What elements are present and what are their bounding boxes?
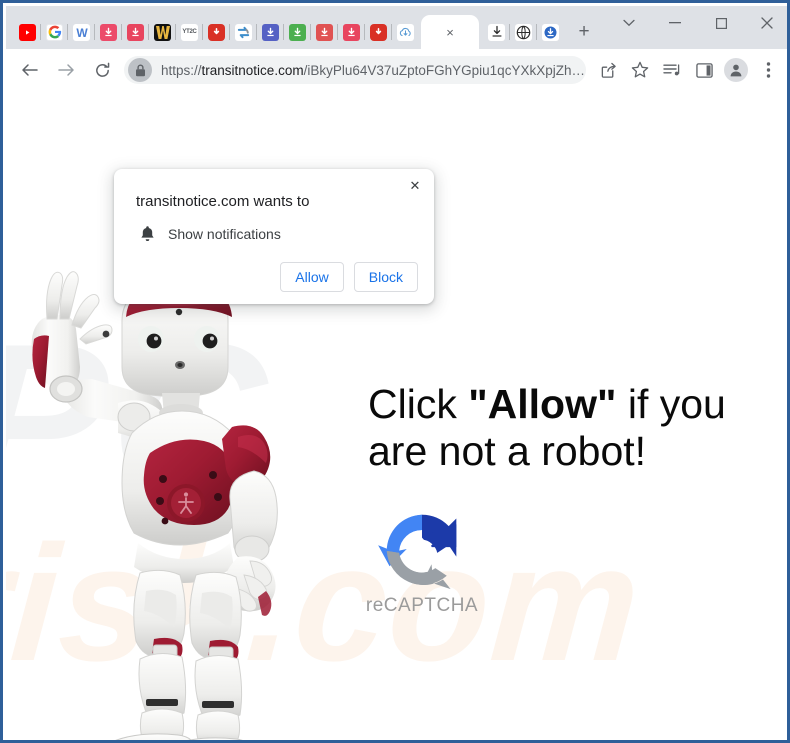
block-button[interactable]: Block xyxy=(353,262,418,292)
recaptcha-label: reCAPTCHA xyxy=(365,595,479,616)
download-favicon-green xyxy=(289,23,306,41)
download-arrow-favicon xyxy=(488,23,505,41)
nao-robot-image xyxy=(31,271,278,740)
download-favicon-pink xyxy=(100,23,117,41)
robot-legs xyxy=(115,569,243,740)
tab-yt2c[interactable]: YT2C xyxy=(176,15,203,49)
pinned-tabs-container: W YT2C × + xyxy=(6,6,598,49)
tab-w-site[interactable]: W xyxy=(68,15,95,49)
youtube-favicon xyxy=(19,23,36,41)
permission-row: Show notifications xyxy=(136,225,418,242)
tab-youtube[interactable] xyxy=(14,15,41,49)
page-viewport: PC risk.com xyxy=(6,91,787,740)
side-panel-icon[interactable] xyxy=(689,55,719,85)
headline-bold-allow: "Allow" xyxy=(468,381,617,427)
tab-google[interactable] xyxy=(41,15,68,49)
page-headline: Click "Allow" if you are not a robot! xyxy=(368,381,768,474)
tab-strip: W YT2C × + xyxy=(6,6,787,49)
tab-downloader-red[interactable] xyxy=(122,15,149,49)
address-bar[interactable]: https://transitnotice.com/iBkyPlu64V37uZ… xyxy=(124,56,586,84)
minimize-button[interactable] xyxy=(652,6,698,40)
close-tab-button[interactable]: × xyxy=(442,24,458,40)
new-tab-button[interactable]: + xyxy=(570,18,598,46)
w-letter-favicon: W xyxy=(73,23,90,41)
tab-globe[interactable] xyxy=(510,15,537,49)
download-favicon-red2 xyxy=(316,23,333,41)
window-controls xyxy=(606,6,787,40)
google-favicon xyxy=(46,23,63,41)
bookmark-star-icon[interactable] xyxy=(625,55,655,85)
tab-blue-circle-download[interactable] xyxy=(537,15,564,49)
download-favicon-red-rounded xyxy=(208,23,225,41)
bell-icon xyxy=(136,225,158,242)
tab-gold-w[interactable] xyxy=(149,15,176,49)
globe-favicon xyxy=(515,23,532,41)
tab-search-button[interactable] xyxy=(606,6,652,40)
close-window-button[interactable] xyxy=(744,6,787,40)
swap-arrows-favicon xyxy=(235,23,252,41)
blue-circle-download-favicon xyxy=(542,23,559,41)
download-favicon-red xyxy=(127,23,144,41)
gold-w-favicon xyxy=(154,23,171,41)
tab-download-arrow[interactable] xyxy=(483,15,510,49)
recaptcha-block: reCAPTCHA xyxy=(366,509,478,617)
screenshot-frame: W YT2C × + https://transitnotice.com/iBk… xyxy=(0,0,790,743)
svg-text:W: W xyxy=(76,26,88,39)
tab-downloader-red4[interactable] xyxy=(365,15,392,49)
tab-downloader-green[interactable] xyxy=(284,15,311,49)
tab-downloader-pink[interactable] xyxy=(95,15,122,49)
close-icon[interactable]: ✕ xyxy=(405,176,425,196)
maximize-button[interactable] xyxy=(698,6,744,40)
browser-window: W YT2C × + https://transitnotice.com/iBk… xyxy=(6,6,787,740)
profile-avatar[interactable] xyxy=(724,58,748,82)
allow-button[interactable]: Allow xyxy=(280,262,344,292)
chrome-menu-icon[interactable] xyxy=(753,55,783,85)
forward-button[interactable] xyxy=(51,55,81,85)
permission-label: Show notifications xyxy=(168,225,281,242)
download-favicon-red4 xyxy=(370,23,387,41)
tab-cloud-download[interactable] xyxy=(392,15,419,49)
tab-downloader-red2[interactable] xyxy=(311,15,338,49)
reload-button[interactable] xyxy=(87,55,117,85)
active-tab[interactable]: × xyxy=(421,15,479,49)
download-favicon-red3 xyxy=(343,23,360,41)
cloud-download-favicon xyxy=(397,23,414,41)
yt2c-text-favicon: YT2C xyxy=(181,23,198,41)
headline-part-1: Click xyxy=(368,381,469,427)
recaptcha-logo xyxy=(378,514,457,590)
dialog-actions: Allow Block xyxy=(130,262,418,292)
url-text: https://transitnotice.com/iBkyPlu64V37uZ… xyxy=(161,62,585,78)
notification-permission-dialog: ✕ transitnotice.com wants to Show notifi… xyxy=(114,169,434,304)
dialog-title: transitnotice.com wants to xyxy=(136,193,310,210)
yt2c-label: YT2C xyxy=(182,29,197,35)
reading-list-icon[interactable] xyxy=(657,55,687,85)
share-icon[interactable] xyxy=(593,55,623,85)
tab-downloader-red-rounded[interactable] xyxy=(203,15,230,49)
tab-downloader-blue[interactable] xyxy=(257,15,284,49)
download-favicon-blue xyxy=(262,23,279,41)
site-security-lock-icon[interactable] xyxy=(128,58,152,82)
tab-converter-swap[interactable] xyxy=(230,15,257,49)
tab-downloader-red3[interactable] xyxy=(338,15,365,49)
browser-toolbar: https://transitnotice.com/iBkyPlu64V37uZ… xyxy=(6,49,787,91)
back-button[interactable] xyxy=(15,55,45,85)
